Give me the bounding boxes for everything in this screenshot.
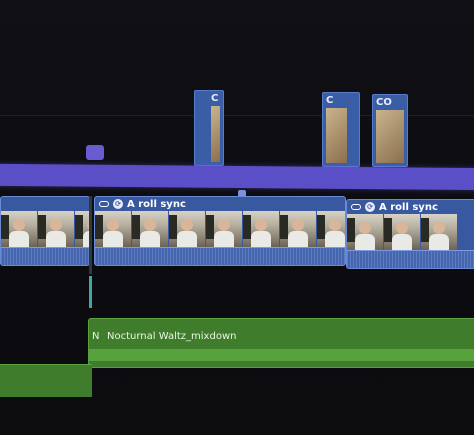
thumbnail-frame xyxy=(384,214,420,250)
thumbnail-frame xyxy=(169,211,205,247)
thumbnail-frame xyxy=(347,214,383,250)
clip-label: A roll sync xyxy=(379,201,438,213)
connected-clip-3-thumbnail xyxy=(376,110,404,163)
timeline-stage: C C CO ⟳ A roll sync ⟳ A roll sync N Noc… xyxy=(0,0,474,435)
thumbnail-frame xyxy=(132,211,168,247)
thumbnail-frame xyxy=(38,211,74,247)
thumbnail-frame xyxy=(206,211,242,247)
clip-header: ⟳ A roll sync xyxy=(95,197,345,211)
audio-clip-nocturnal-waltz[interactable]: N Nocturnal Waltz_mixdown xyxy=(88,318,474,368)
primary-clip-left[interactable] xyxy=(0,196,90,266)
audio-waveform xyxy=(1,247,89,265)
primary-clip-a-roll-sync-2[interactable]: ⟳ A roll sync xyxy=(346,199,474,269)
thumbnail-frame xyxy=(317,211,345,247)
connected-clip-3-label: CO xyxy=(376,97,392,108)
filmstrip xyxy=(95,211,345,247)
primary-clip-a-roll-sync-1[interactable]: ⟳ A roll sync xyxy=(94,196,346,266)
connected-clip-2-thumbnail xyxy=(326,108,347,163)
clip-header: ⟳ A roll sync xyxy=(347,200,474,214)
audio-waveform xyxy=(95,247,345,265)
connected-clip-1[interactable]: C xyxy=(194,90,224,166)
audio-waveform xyxy=(347,250,474,268)
link-icon xyxy=(99,201,109,207)
thumbnail-frame xyxy=(95,211,131,247)
connected-clip-1-label: C xyxy=(211,93,219,104)
thumbnail-frame xyxy=(421,214,457,250)
audio-clip-left[interactable] xyxy=(0,364,92,397)
sync-icon: ⟳ xyxy=(113,199,123,209)
thumbnail-frame xyxy=(75,211,89,247)
filmstrip xyxy=(347,214,474,250)
connected-clip-3[interactable]: CO xyxy=(372,94,408,167)
link-icon xyxy=(351,204,361,210)
edit-point-line xyxy=(89,196,92,274)
thumbnail-frame xyxy=(243,211,279,247)
filmstrip xyxy=(1,211,89,247)
thumbnail-frame xyxy=(280,211,316,247)
connected-clip-2-label: C xyxy=(326,95,334,106)
thumbnail-frame xyxy=(1,211,37,247)
sync-icon: ⟳ xyxy=(365,202,375,212)
audio-clip-label: Nocturnal Waltz_mixdown xyxy=(107,331,237,342)
clip-label: A roll sync xyxy=(127,198,186,210)
primary-clip-left-header xyxy=(1,197,89,211)
secondary-storyline-bar[interactable] xyxy=(0,163,474,191)
audio-waveform xyxy=(89,349,474,361)
connected-clip-2[interactable]: C xyxy=(322,92,360,167)
audio-clip-marker: N xyxy=(92,331,100,342)
storyline-chip[interactable] xyxy=(86,145,104,160)
playhead[interactable] xyxy=(89,276,92,308)
connected-clip-1-thumbnail xyxy=(211,106,220,162)
